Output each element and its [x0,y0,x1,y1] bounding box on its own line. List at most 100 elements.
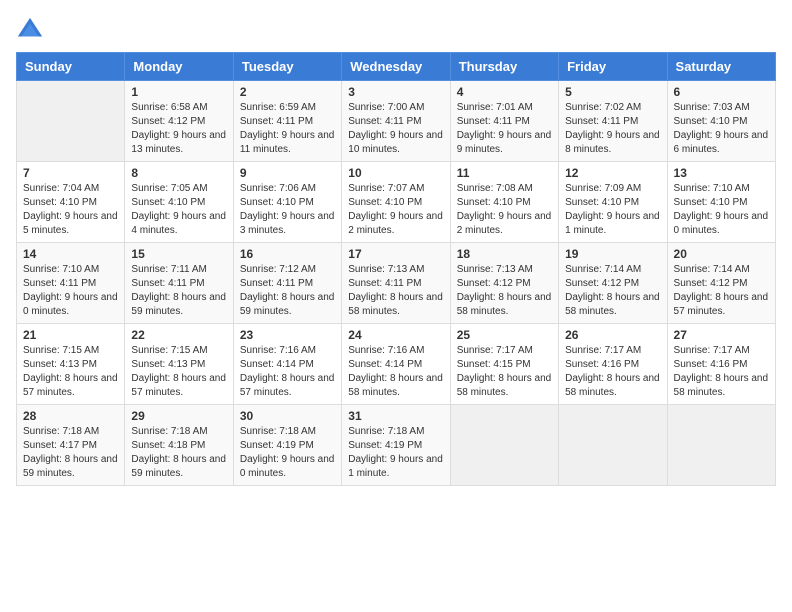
daylight: Daylight: 8 hours and 58 minutes. [565,292,660,317]
day-info: Sunrise: 7:03 AM Sunset: 4:10 PM Dayligh… [674,101,769,157]
day-number: 6 [674,85,769,99]
day-cell: 26 Sunrise: 7:17 AM Sunset: 4:16 PM Dayl… [559,324,667,405]
day-cell: 19 Sunrise: 7:14 AM Sunset: 4:12 PM Dayl… [559,243,667,324]
sunrise: Sunrise: 7:10 AM [23,264,99,275]
day-info: Sunrise: 7:08 AM Sunset: 4:10 PM Dayligh… [457,182,552,238]
sunset: Sunset: 4:14 PM [348,359,422,370]
logo [16,16,48,44]
day-number: 14 [23,247,118,261]
sunset: Sunset: 4:10 PM [348,197,422,208]
day-info: Sunrise: 7:17 AM Sunset: 4:16 PM Dayligh… [674,344,769,400]
daylight: Daylight: 9 hours and 11 minutes. [240,130,335,155]
sunrise: Sunrise: 7:18 AM [348,426,424,437]
day-number: 12 [565,166,660,180]
sunset: Sunset: 4:10 PM [23,197,97,208]
daylight: Daylight: 8 hours and 58 minutes. [674,373,769,398]
daylight: Daylight: 9 hours and 5 minutes. [23,211,118,236]
sunset: Sunset: 4:10 PM [674,116,748,127]
day-cell: 25 Sunrise: 7:17 AM Sunset: 4:15 PM Dayl… [450,324,558,405]
sunrise: Sunrise: 7:17 AM [674,345,750,356]
day-info: Sunrise: 7:10 AM Sunset: 4:10 PM Dayligh… [674,182,769,238]
day-info: Sunrise: 7:12 AM Sunset: 4:11 PM Dayligh… [240,263,335,319]
day-number: 24 [348,328,443,342]
day-cell: 30 Sunrise: 7:18 AM Sunset: 4:19 PM Dayl… [233,405,341,486]
sunrise: Sunrise: 7:18 AM [23,426,99,437]
day-info: Sunrise: 7:01 AM Sunset: 4:11 PM Dayligh… [457,101,552,157]
daylight: Daylight: 9 hours and 6 minutes. [674,130,769,155]
sunrise: Sunrise: 7:16 AM [240,345,316,356]
sunrise: Sunrise: 7:18 AM [131,426,207,437]
sunset: Sunset: 4:13 PM [131,359,205,370]
day-cell: 24 Sunrise: 7:16 AM Sunset: 4:14 PM Dayl… [342,324,450,405]
day-number: 21 [23,328,118,342]
sunset: Sunset: 4:17 PM [23,440,97,451]
sunset: Sunset: 4:12 PM [131,116,205,127]
sunset: Sunset: 4:13 PM [23,359,97,370]
day-info: Sunrise: 7:13 AM Sunset: 4:11 PM Dayligh… [348,263,443,319]
day-info: Sunrise: 7:17 AM Sunset: 4:16 PM Dayligh… [565,344,660,400]
day-info: Sunrise: 7:18 AM Sunset: 4:19 PM Dayligh… [348,425,443,481]
day-cell: 13 Sunrise: 7:10 AM Sunset: 4:10 PM Dayl… [667,162,775,243]
sunrise: Sunrise: 7:04 AM [23,183,99,194]
header-cell-monday: Monday [125,53,233,81]
daylight: Daylight: 8 hours and 58 minutes. [348,292,443,317]
sunset: Sunset: 4:10 PM [240,197,314,208]
sunset: Sunset: 4:11 PM [348,278,421,289]
sunrise: Sunrise: 7:16 AM [348,345,424,356]
sunset: Sunset: 4:11 PM [23,278,96,289]
daylight: Daylight: 9 hours and 2 minutes. [457,211,552,236]
sunrise: Sunrise: 7:11 AM [131,264,206,275]
daylight: Daylight: 8 hours and 57 minutes. [23,373,118,398]
sunrise: Sunrise: 7:01 AM [457,102,533,113]
day-cell: 29 Sunrise: 7:18 AM Sunset: 4:18 PM Dayl… [125,405,233,486]
day-cell: 27 Sunrise: 7:17 AM Sunset: 4:16 PM Dayl… [667,324,775,405]
day-number: 15 [131,247,226,261]
day-number: 29 [131,409,226,423]
day-cell [559,405,667,486]
daylight: Daylight: 8 hours and 59 minutes. [240,292,335,317]
day-number: 5 [565,85,660,99]
day-cell: 21 Sunrise: 7:15 AM Sunset: 4:13 PM Dayl… [17,324,125,405]
sunrise: Sunrise: 7:07 AM [348,183,424,194]
header-cell-sunday: Sunday [17,53,125,81]
day-cell [17,81,125,162]
sunset: Sunset: 4:11 PM [565,116,638,127]
sunrise: Sunrise: 7:10 AM [674,183,750,194]
sunrise: Sunrise: 7:03 AM [674,102,750,113]
day-info: Sunrise: 6:58 AM Sunset: 4:12 PM Dayligh… [131,101,226,157]
day-cell: 20 Sunrise: 7:14 AM Sunset: 4:12 PM Dayl… [667,243,775,324]
day-cell [667,405,775,486]
header-cell-wednesday: Wednesday [342,53,450,81]
day-info: Sunrise: 7:16 AM Sunset: 4:14 PM Dayligh… [240,344,335,400]
sunrise: Sunrise: 7:18 AM [240,426,316,437]
sunrise: Sunrise: 6:58 AM [131,102,207,113]
day-number: 8 [131,166,226,180]
day-number: 26 [565,328,660,342]
sunset: Sunset: 4:16 PM [674,359,748,370]
sunset: Sunset: 4:11 PM [457,116,530,127]
day-info: Sunrise: 6:59 AM Sunset: 4:11 PM Dayligh… [240,101,335,157]
header-row: SundayMondayTuesdayWednesdayThursdayFrid… [17,53,776,81]
week-row-2: 14 Sunrise: 7:10 AM Sunset: 4:11 PM Dayl… [17,243,776,324]
day-info: Sunrise: 7:15 AM Sunset: 4:13 PM Dayligh… [131,344,226,400]
sunset: Sunset: 4:12 PM [457,278,531,289]
day-number: 11 [457,166,552,180]
daylight: Daylight: 9 hours and 0 minutes. [23,292,118,317]
header-cell-thursday: Thursday [450,53,558,81]
sunset: Sunset: 4:10 PM [565,197,639,208]
day-number: 16 [240,247,335,261]
day-number: 13 [674,166,769,180]
sunrise: Sunrise: 7:14 AM [674,264,750,275]
day-cell: 11 Sunrise: 7:08 AM Sunset: 4:10 PM Dayl… [450,162,558,243]
day-cell: 28 Sunrise: 7:18 AM Sunset: 4:17 PM Dayl… [17,405,125,486]
daylight: Daylight: 8 hours and 59 minutes. [131,454,226,479]
day-number: 2 [240,85,335,99]
week-row-3: 21 Sunrise: 7:15 AM Sunset: 4:13 PM Dayl… [17,324,776,405]
sunset: Sunset: 4:10 PM [131,197,205,208]
daylight: Daylight: 8 hours and 57 minutes. [131,373,226,398]
daylight: Daylight: 9 hours and 10 minutes. [348,130,443,155]
day-info: Sunrise: 7:15 AM Sunset: 4:13 PM Dayligh… [23,344,118,400]
daylight: Daylight: 8 hours and 58 minutes. [348,373,443,398]
sunrise: Sunrise: 7:05 AM [131,183,207,194]
daylight: Daylight: 8 hours and 58 minutes. [565,373,660,398]
